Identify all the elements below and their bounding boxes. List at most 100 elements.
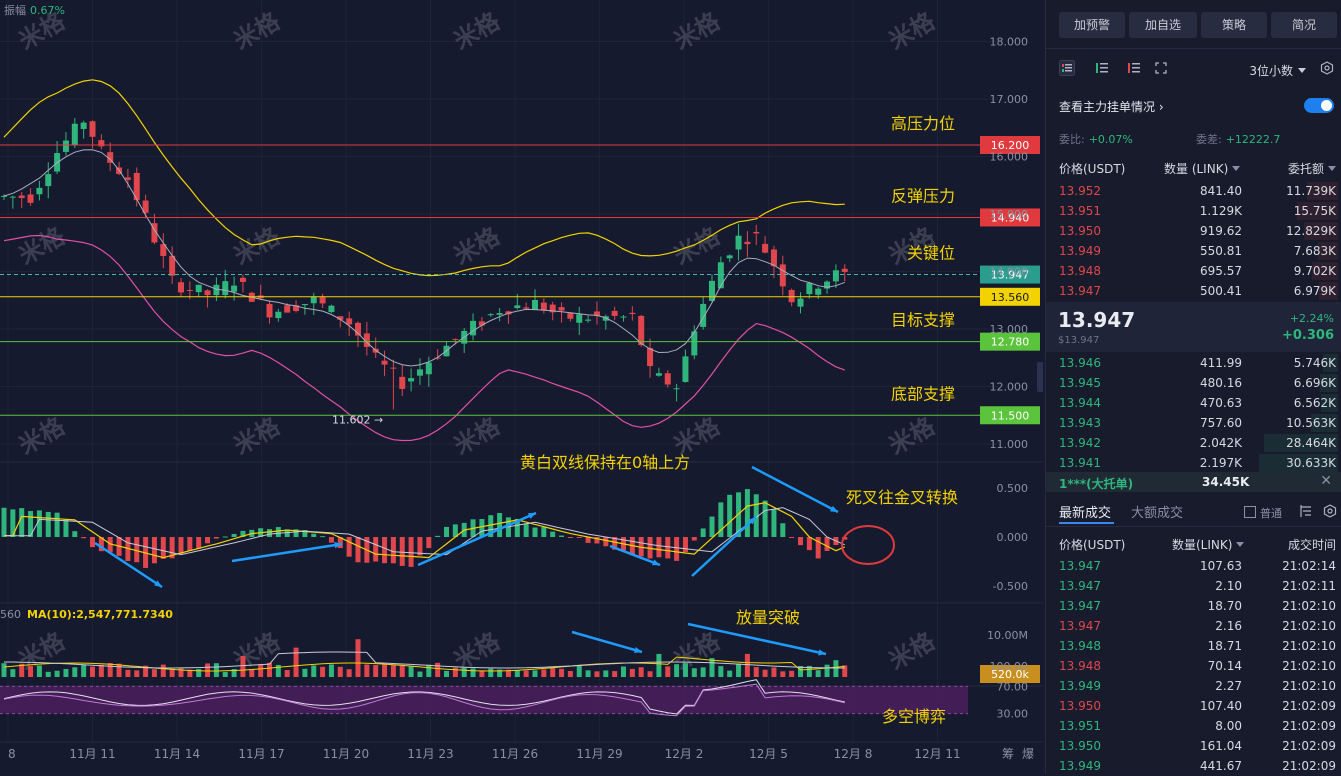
chart-grid: [0, 0, 1043, 743]
bid-row[interactable]: 13.944 470.63 6.562K: [1046, 393, 1341, 413]
order-qty: 480.16: [1200, 376, 1242, 390]
order-price: 13.952: [1059, 184, 1101, 198]
volume-bar: [753, 667, 759, 677]
macd-histogram-bar: [275, 527, 281, 537]
trade-price: 13.949: [1059, 759, 1101, 773]
gear-icon[interactable]: [1323, 504, 1337, 518]
trades-header-qty[interactable]: 数量(LINK): [1172, 536, 1244, 553]
add-alert-button[interactable]: 加预警: [1059, 12, 1125, 38]
trade-time: 21:02:10: [1282, 679, 1336, 693]
candle-body: [80, 122, 87, 129]
trades-header-time: 成交时间: [1287, 538, 1336, 552]
main-order-link[interactable]: 查看主力挂单情况 ›: [1059, 98, 1164, 115]
volume-bar: [815, 670, 821, 677]
candle-body: [514, 305, 521, 309]
volume-bar: [833, 660, 839, 677]
volume-bar: [408, 666, 414, 677]
candle-body: [779, 264, 786, 287]
close-icon[interactable]: ✕: [1320, 473, 1332, 489]
orderbook-bids-icon[interactable]: [1094, 60, 1110, 76]
bid-row[interactable]: 13.941 2.197K 30.633K: [1046, 453, 1341, 473]
low-price-marker: 11.602 →: [332, 413, 383, 426]
macd-histogram-bar: [81, 537, 87, 539]
bid-row[interactable]: 13.942 2.042K 28.464K: [1046, 433, 1341, 453]
candle-body: [611, 310, 618, 316]
trade-row: 13.950 107.40 21:02:09: [1046, 696, 1341, 716]
filter-icon[interactable]: [1299, 504, 1313, 518]
ask-row[interactable]: 13.949 550.81 7.683K: [1046, 241, 1341, 261]
decimals-select[interactable]: 3位小数: [1249, 62, 1306, 79]
expand-icon[interactable]: [1153, 60, 1169, 76]
trade-row: 13.947 2.10 21:02:11: [1046, 576, 1341, 596]
volume-bar: [293, 647, 299, 677]
watermark-text: 米格: [449, 411, 505, 460]
orderbook-both-icon[interactable]: [1059, 60, 1075, 76]
time-axis-label: 11月 23: [407, 747, 453, 761]
candle-body: [647, 348, 654, 367]
bid-row[interactable]: 13.946 411.99 5.746K: [1046, 353, 1341, 373]
normal-checkbox[interactable]: [1244, 506, 1256, 518]
level-label: 底部支撑: [891, 384, 955, 403]
bid-row[interactable]: 13.943 757.60 10.563K: [1046, 413, 1341, 433]
volume-bar: [311, 665, 317, 677]
time-axis-label: 12月 2: [665, 747, 704, 761]
tab-latest-trades[interactable]: 最新成交: [1059, 502, 1111, 521]
candlestick-chart[interactable]: 米格 米格 米格 米格 米格 米格 米格 米格 米格 米格 米格 米格 米格 米格 米格 米格 米格 米格 米格 米格…: [0, 0, 1043, 774]
macd-histogram-bar: [780, 523, 786, 537]
chart-canvas[interactable]: 米格 米格 米格 米格 米格米格 米格 米格 米格 米格米格 米格 米格 米格 米格米格 米格 米格 米格 米格…: [0, 0, 1043, 774]
main-order-toggle[interactable]: [1304, 98, 1334, 113]
ask-row[interactable]: 13.948 695.57 9.702K: [1046, 261, 1341, 281]
macd-histogram-bar: [709, 516, 715, 537]
candle-body: [186, 289, 193, 291]
volume-bar: [240, 656, 246, 677]
candle-body: [629, 312, 636, 315]
volume-bar: [125, 669, 131, 677]
price-tag-value: 12.780: [991, 336, 1030, 349]
ask-row[interactable]: 13.952 841.40 11.739K: [1046, 181, 1341, 201]
volume-bar: [674, 664, 680, 677]
add-watchlist-button[interactable]: 加自选: [1129, 12, 1197, 38]
strategy-button[interactable]: 策略: [1201, 12, 1267, 38]
macd-histogram-bar: [665, 537, 671, 559]
settings-hex-icon[interactable]: [1320, 61, 1334, 75]
candle-body: [682, 356, 689, 382]
volume-bar: [267, 662, 272, 677]
middle-band-line: [3, 149, 845, 367]
macd-axis-label: -0.500: [993, 580, 1028, 593]
time-axis-label: 11月 14: [154, 747, 200, 761]
bid-row[interactable]: 13.945 480.16 6.696K: [1046, 373, 1341, 393]
panel-collapse-handle[interactable]: [1037, 362, 1043, 392]
volume-legend-prefix: 560: [0, 608, 21, 621]
macd-histogram-bar: [559, 535, 565, 537]
order-qty: 500.41: [1200, 284, 1242, 298]
trade-qty: 161.04: [1200, 739, 1242, 753]
candle-body: [470, 320, 477, 336]
overview-button[interactable]: 简况: [1271, 12, 1337, 38]
ask-row[interactable]: 13.947 500.41 6.979K: [1046, 281, 1341, 301]
orderbook-asks-icon[interactable]: [1126, 60, 1142, 76]
action-buttons: 加预警 加自选 策略 简况: [1046, 12, 1341, 40]
volume-bar: [355, 639, 361, 677]
ask-row[interactable]: 13.950 919.62 12.829K: [1046, 221, 1341, 241]
last-price: 13.947: [1058, 308, 1136, 332]
volume-bar: [98, 664, 104, 677]
candle-body: [319, 297, 326, 304]
volume-bar: [417, 671, 423, 677]
big-order-value: 34.45K: [1202, 475, 1250, 489]
order-qty: 757.60: [1200, 416, 1242, 430]
volume-bar: [629, 668, 635, 677]
macd-histogram-bar: [435, 535, 441, 537]
arrow-head: [634, 646, 642, 653]
volume-bar: [213, 663, 219, 677]
volume-bar: [36, 665, 42, 677]
orderbook-header-total[interactable]: 委托额: [1288, 160, 1336, 177]
orderbook-header-qty[interactable]: 数量 (LINK): [1164, 160, 1240, 177]
candle-body: [1, 195, 7, 197]
macd-histogram-bar: [567, 537, 573, 539]
ask-row[interactable]: 13.951 1.129K 15.75K: [1046, 201, 1341, 221]
order-price: 13.945: [1059, 376, 1101, 390]
trade-qty: 107.40: [1200, 699, 1242, 713]
tab-large-trades[interactable]: 大额成交: [1131, 502, 1183, 521]
macd-histogram-bar: [399, 537, 405, 566]
volume-bar: [399, 665, 405, 677]
